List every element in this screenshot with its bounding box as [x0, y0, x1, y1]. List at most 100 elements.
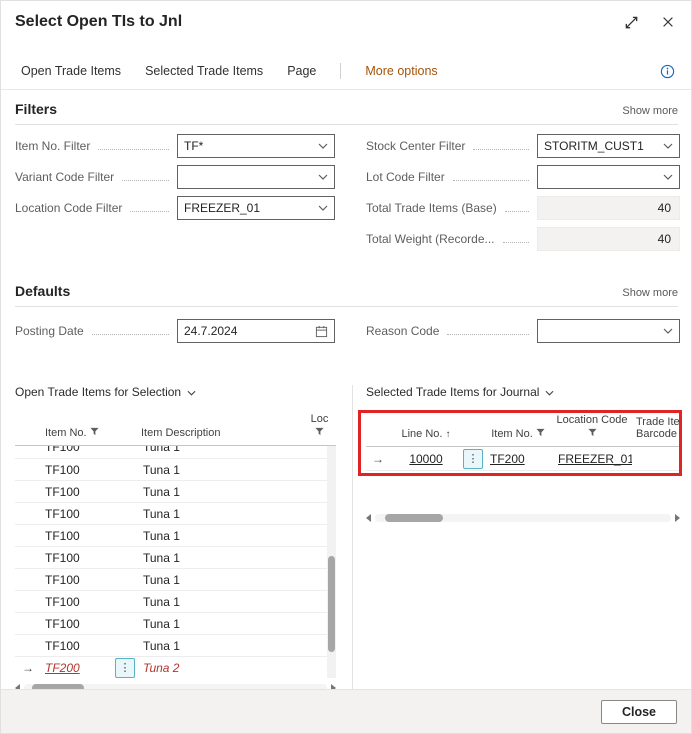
table-row[interactable]: TF100 Tuna 1	[15, 503, 336, 525]
description-cell[interactable]: Tuna 1	[137, 529, 336, 543]
item-no-filter-combobox[interactable]	[177, 134, 335, 158]
total-trade-items-field: 40	[537, 196, 680, 220]
description-cell[interactable]: Tuna 1	[137, 485, 336, 499]
menu-selected-trade-items[interactable]: Selected Trade Items	[145, 64, 263, 78]
item-no-link[interactable]: TF200	[45, 661, 80, 675]
total-trade-items-label: Total Trade Items (Base)	[366, 201, 497, 215]
posting-date-input[interactable]	[184, 324, 311, 338]
calendar-icon[interactable]	[315, 325, 328, 338]
filter-funnel-icon[interactable]	[536, 428, 545, 440]
location-code-link[interactable]: FREEZER_01	[552, 452, 632, 466]
description-cell[interactable]: Tuna 1	[137, 573, 336, 587]
table-row[interactable]: TF100 Tuna 1	[15, 547, 336, 569]
row-actions-button[interactable]: ⋮	[115, 658, 135, 678]
header-trade-item-barcode[interactable]: Trade Ite Barcode	[632, 407, 680, 446]
filter-funnel-icon[interactable]	[315, 427, 324, 439]
header-item-description[interactable]: Item Description	[137, 405, 309, 445]
header-location-code[interactable]: Location Code	[552, 407, 632, 446]
menu-page[interactable]: Page	[287, 64, 316, 78]
chevron-down-icon[interactable]	[318, 143, 328, 149]
item-no-cell[interactable]: TF100	[45, 485, 80, 499]
header-line-no[interactable]: Line No. ↑	[390, 407, 462, 446]
stock-center-filter-input[interactable]	[544, 139, 659, 153]
header-loc-label: Loc	[311, 413, 329, 425]
item-no-cell[interactable]: TF100	[45, 617, 80, 631]
description-cell[interactable]: Tuna 1	[137, 617, 336, 631]
item-no-cell[interactable]: TF100	[45, 551, 80, 565]
scroll-right-icon[interactable]	[675, 514, 680, 522]
posting-date-field[interactable]	[177, 319, 335, 343]
chevron-down-icon[interactable]	[318, 174, 328, 180]
description-cell[interactable]: Tuna 1	[137, 639, 336, 653]
menu-more-options[interactable]: More options	[365, 64, 437, 78]
variant-code-filter-combobox[interactable]	[177, 165, 335, 189]
description-cell[interactable]: Tuna 1	[137, 595, 336, 609]
close-button[interactable]: Close	[601, 700, 677, 724]
header-item-no[interactable]: Item No.	[41, 405, 137, 445]
description-cell[interactable]: Tuna 2	[137, 661, 336, 675]
item-no-cell[interactable]: TF100	[45, 529, 80, 543]
scroll-left-icon[interactable]	[366, 514, 371, 522]
location-code-filter-input[interactable]	[184, 201, 314, 215]
journal-grid-hscrollbar[interactable]	[366, 513, 680, 523]
description-cell[interactable]: Tuna 1	[137, 463, 336, 477]
lot-code-filter-label: Lot Code Filter	[366, 170, 445, 184]
description-cell[interactable]: Tuna 1	[137, 551, 336, 565]
selection-grid-vscrollbar[interactable]	[327, 446, 336, 678]
selection-panel-toggle[interactable]: Open Trade Items for Selection	[15, 385, 196, 399]
chevron-down-icon[interactable]	[663, 143, 673, 149]
table-row-selected[interactable]: → TF200 ⋮ Tuna 2	[15, 657, 336, 678]
close-window-icon[interactable]	[661, 15, 675, 29]
expand-window-icon[interactable]	[624, 15, 639, 30]
menu-open-trade-items[interactable]: Open Trade Items	[21, 64, 121, 78]
vscrollbar-thumb[interactable]	[328, 556, 335, 652]
item-no-cell[interactable]: TF100	[45, 595, 80, 609]
row-actions-button[interactable]: ⋮	[463, 449, 483, 469]
lot-code-filter-input[interactable]	[544, 170, 659, 184]
reason-code-combobox[interactable]	[537, 319, 680, 343]
table-row[interactable]: TF100 Tuna 1	[15, 481, 336, 503]
table-row[interactable]: TF100 Tuna 1	[15, 635, 336, 657]
journal-row-selected[interactable]: → 10000 ⋮ TF200 FREEZER_01	[366, 447, 680, 471]
item-no-cell[interactable]: TF100	[45, 573, 80, 587]
description-cell[interactable]: Tuna 1	[137, 446, 336, 454]
info-icon[interactable]	[660, 64, 675, 79]
table-row[interactable]: TF100 Tuna 1	[15, 569, 336, 591]
table-row-clipped[interactable]: TF100 Tuna 1	[15, 446, 336, 459]
defaults-show-more-link[interactable]: Show more	[622, 287, 678, 299]
title-bar: Select Open TIs to Jnl	[15, 13, 675, 31]
chevron-down-icon[interactable]	[663, 174, 673, 180]
reason-code-input[interactable]	[544, 324, 659, 338]
dotted-leader	[447, 334, 529, 335]
location-code-filter-combobox[interactable]	[177, 196, 335, 220]
table-row[interactable]: TF100 Tuna 1	[15, 459, 336, 481]
table-row[interactable]: TF100 Tuna 1	[15, 591, 336, 613]
header-loc[interactable]: Loc	[309, 405, 336, 445]
chevron-down-icon	[545, 385, 554, 399]
journal-panel-toggle[interactable]: Selected Trade Items for Journal	[366, 385, 554, 399]
item-no-link[interactable]: TF200	[484, 452, 552, 466]
chevron-down-icon[interactable]	[663, 328, 673, 334]
table-row[interactable]: TF100 Tuna 1	[15, 613, 336, 635]
item-no-filter-input[interactable]	[184, 139, 314, 153]
panel-divider	[352, 385, 353, 691]
filter-funnel-icon[interactable]	[90, 427, 99, 439]
hscrollbar-track[interactable]	[375, 514, 671, 522]
total-weight-value: 40	[658, 232, 673, 246]
table-row[interactable]: TF100 Tuna 1	[15, 525, 336, 547]
item-no-cell[interactable]: TF100	[45, 446, 80, 454]
description-cell[interactable]: Tuna 1	[137, 507, 336, 521]
filter-funnel-icon[interactable]	[588, 428, 597, 440]
stock-center-filter-combobox[interactable]	[537, 134, 680, 158]
item-no-cell[interactable]: TF100	[45, 639, 80, 653]
line-no-link[interactable]: 10000	[390, 452, 462, 466]
lot-code-filter-combobox[interactable]	[537, 165, 680, 189]
header-line-no-label: Line No.	[402, 428, 443, 440]
filters-show-more-link[interactable]: Show more	[622, 105, 678, 117]
item-no-cell[interactable]: TF100	[45, 463, 80, 477]
item-no-cell[interactable]: TF100	[45, 507, 80, 521]
hscrollbar-thumb[interactable]	[385, 514, 443, 522]
chevron-down-icon[interactable]	[318, 205, 328, 211]
variant-code-filter-input[interactable]	[184, 170, 314, 184]
header-item-no[interactable]: Item No.	[484, 407, 552, 446]
